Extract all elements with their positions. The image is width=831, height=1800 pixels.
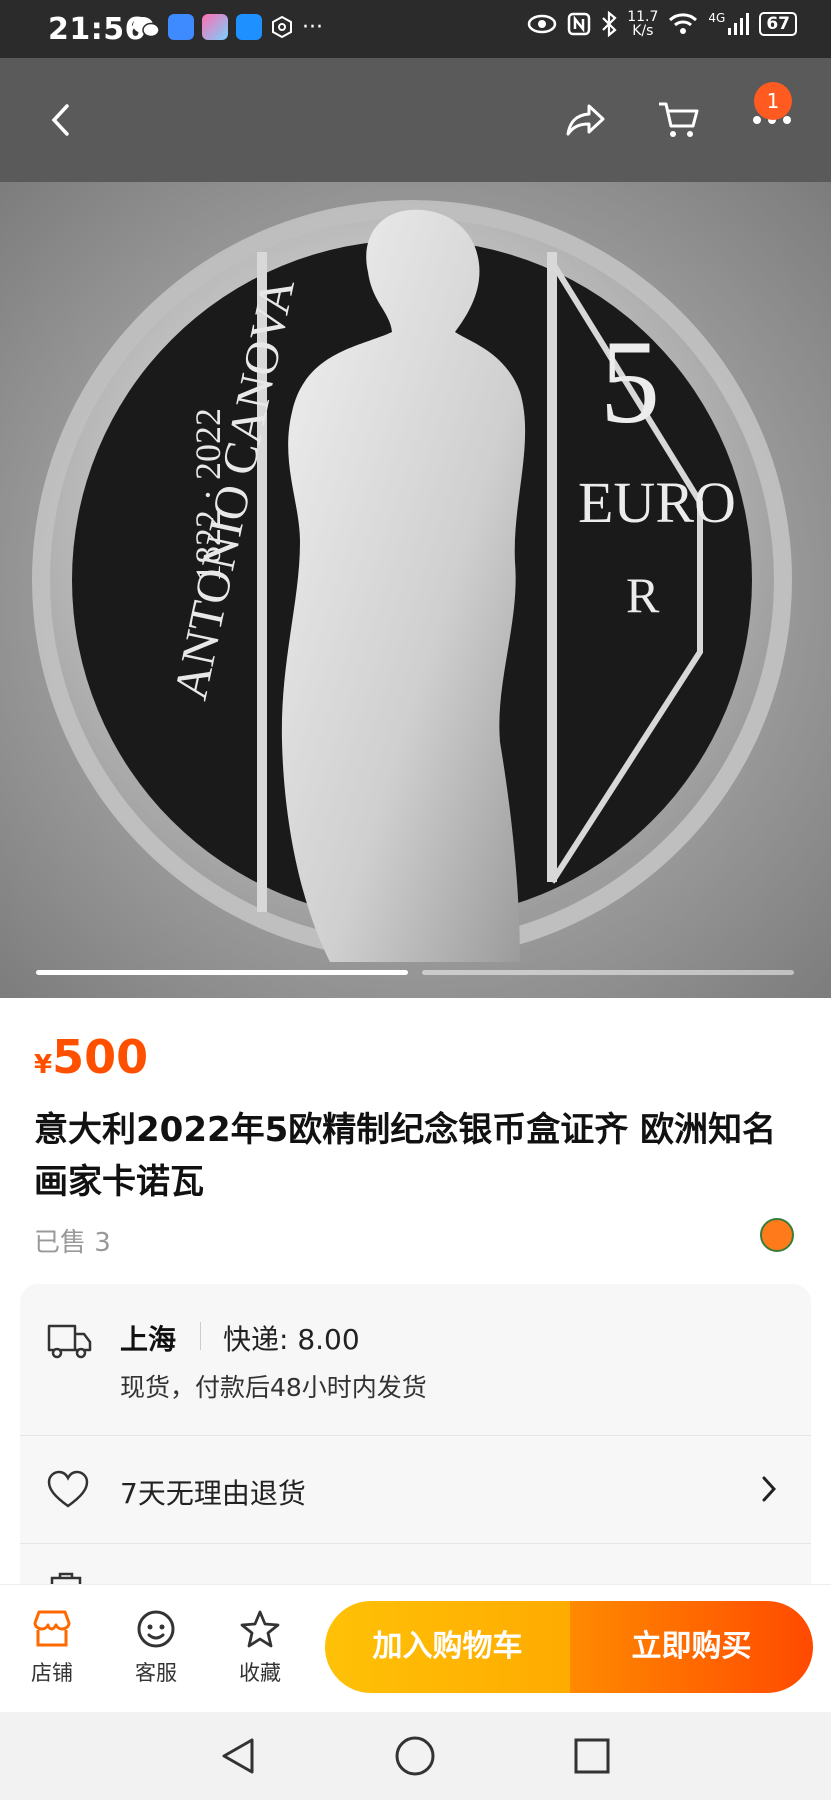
share-icon xyxy=(566,104,605,136)
status-bar: 21:56 ··· 11.7 K/s 4G 67 xyxy=(0,0,831,58)
back-button[interactable] xyxy=(30,90,90,150)
image-indicator-inactive xyxy=(422,970,794,975)
heart-icon xyxy=(47,1470,89,1508)
coin-denomination: 5 xyxy=(600,315,660,448)
top-nav xyxy=(0,58,831,182)
shop-tab[interactable]: 店铺 xyxy=(12,1609,92,1687)
bottom-action-bar: 店铺 客服 收藏 加入购物车 立即购买 xyxy=(0,1584,831,1712)
eye-icon xyxy=(527,14,557,34)
app-icon xyxy=(202,14,228,40)
battery-indicator: 67 xyxy=(759,12,797,36)
chevron-right-icon xyxy=(762,1476,776,1502)
currency-symbol: ¥ xyxy=(34,1050,53,1080)
express-fee: 快递: 8.00 xyxy=(223,1323,360,1356)
bluetooth-icon xyxy=(602,11,617,37)
network-speed-value: 11.7 xyxy=(627,9,659,25)
product-price: ¥500 xyxy=(34,1030,148,1084)
ship-from-location: 上海 xyxy=(120,1323,177,1356)
system-recents-button[interactable] xyxy=(568,1732,616,1780)
add-to-cart-button[interactable]: 加入购物车 xyxy=(325,1601,570,1693)
coin-image: ANTONIO CANOVA 1822 · 2022 5 EURO R xyxy=(0,182,831,998)
system-icons: 11.7 K/s 4G 67 xyxy=(527,10,797,38)
wifi-icon xyxy=(669,13,698,34)
notification-icons: ··· xyxy=(132,14,323,40)
image-indicator-active xyxy=(36,970,408,975)
coin-mark: R xyxy=(626,567,660,623)
system-nav-bar xyxy=(0,1712,831,1800)
system-back-button[interactable] xyxy=(214,1732,262,1780)
triangle-back-icon xyxy=(222,1738,254,1774)
nfc-icon xyxy=(567,12,591,36)
price-value: 500 xyxy=(52,1030,149,1084)
system-home-button[interactable] xyxy=(391,1732,439,1780)
signal-type: 4G xyxy=(708,11,726,25)
circle-home-icon xyxy=(395,1736,435,1776)
network-speed-unit: K/s xyxy=(632,23,654,39)
seller-avatar[interactable] xyxy=(760,1218,794,1252)
cart-button[interactable] xyxy=(648,90,708,150)
sold-count: 已售 3 xyxy=(34,1228,111,1258)
network-speed: 11.7 K/s xyxy=(627,10,658,38)
more-notifications-icon: ··· xyxy=(302,14,323,40)
shipping-note: 现货，付款后48小时内发货 xyxy=(120,1373,427,1402)
service-label: 客服 xyxy=(135,1661,177,1685)
coin-text-years: 1822 · 2022 xyxy=(188,408,228,582)
weather-icon xyxy=(236,14,262,40)
share-button[interactable] xyxy=(556,90,616,150)
customer-service-tab[interactable]: 客服 xyxy=(116,1609,196,1687)
returns-policy: 7天无理由退货 xyxy=(120,1477,306,1510)
coin-currency: EURO xyxy=(578,470,736,535)
favorite-tab[interactable]: 收藏 xyxy=(220,1609,300,1687)
shop-icon xyxy=(33,1610,71,1647)
star-icon xyxy=(240,1610,280,1648)
square-recents-icon xyxy=(574,1738,610,1774)
divider xyxy=(200,1322,201,1350)
wechat-icon xyxy=(133,17,160,38)
product-title: 意大利2022年5欧精制纪念银币盒证齐 欧洲知名画家卡诺瓦 xyxy=(34,1110,777,1202)
hexagon-icon xyxy=(272,15,292,39)
returns-row[interactable]: 7天无理由退货 xyxy=(20,1436,811,1544)
shipping-row[interactable]: 上海 快递: 8.00 现货，付款后48小时内发货 xyxy=(20,1284,811,1436)
smile-icon xyxy=(137,1610,175,1648)
browser-icon xyxy=(168,14,194,40)
cart-badge: 1 xyxy=(754,82,792,120)
signal-icon xyxy=(728,13,750,35)
truck-icon xyxy=(47,1324,92,1359)
buy-now-button[interactable]: 立即购买 xyxy=(570,1601,813,1693)
product-image[interactable]: ANTONIO CANOVA 1822 · 2022 5 EURO R xyxy=(0,182,831,998)
favorite-label: 收藏 xyxy=(239,1661,281,1685)
chevron-left-icon xyxy=(51,104,69,136)
cart-icon xyxy=(659,102,699,137)
shop-label: 店铺 xyxy=(31,1661,73,1685)
